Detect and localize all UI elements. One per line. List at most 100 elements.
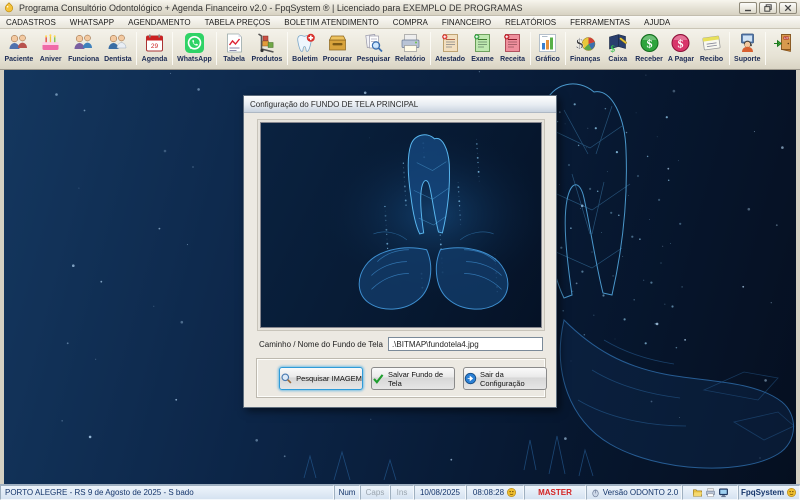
toolbar-button-receita[interactable]: Receita — [498, 30, 528, 67]
toolbar-button-exame[interactable]: Exame — [467, 30, 497, 67]
brand-badge-icon — [786, 487, 797, 498]
toolbar-separator — [530, 32, 531, 65]
toolbar-separator — [172, 32, 173, 65]
menu-item-boletim-atendimento[interactable]: BOLETIM ATENDIMENTO — [284, 18, 378, 27]
search-documents-icon — [361, 31, 386, 55]
menu-item-agendamento[interactable]: AGENDAMENTO — [128, 18, 191, 27]
window-titlebar[interactable]: Programa Consultório Odontológico + Agen… — [0, 0, 800, 16]
svg-text:29: 29 — [151, 43, 159, 50]
cashbook-icon: $ — [605, 31, 630, 55]
toolbar-button-tabela[interactable]: Tabela — [219, 30, 249, 67]
certificate-note-icon — [438, 31, 463, 55]
toolbar-button-dentista[interactable]: Dentista — [102, 30, 135, 67]
toolbar-button-aniver[interactable]: Aniver — [36, 30, 66, 67]
save-background-button[interactable]: Salvar Fundo de Tela — [371, 367, 455, 390]
toolbar-button-caixa[interactable]: $ Caixa — [603, 30, 633, 67]
toolbar-button-receber[interactable]: $ Receber — [633, 30, 666, 67]
svg-text:EXIT: EXIT — [784, 36, 790, 40]
statusbar-user: MASTER — [524, 485, 586, 500]
exit-arrow-icon — [464, 372, 477, 385]
tooth-in-hands-image — [261, 123, 541, 327]
exit-config-button[interactable]: Sair da Configuração — [463, 367, 547, 390]
statusbar-location: PORTO ALEGRE - RS 9 de Agosto de 2025 - … — [0, 485, 334, 500]
toolbar-button-whatsapp[interactable]: WhatsApp — [175, 30, 214, 67]
menu-item-ajuda[interactable]: AJUDA — [644, 18, 670, 27]
toolbar-button-procurar[interactable]: Procurar — [320, 30, 354, 67]
toolbar-separator — [729, 32, 730, 65]
minimize-icon — [744, 4, 752, 12]
svg-text:$: $ — [678, 37, 684, 51]
svg-text:$: $ — [646, 37, 652, 51]
search-drawer-icon — [325, 31, 350, 55]
receive-money-icon: $ — [637, 31, 662, 55]
toolbar-button-exit[interactable]: EXIT — [768, 30, 798, 67]
finance-pie-icon: $ — [573, 31, 598, 55]
restore-button[interactable] — [759, 2, 777, 14]
products-cart-icon — [254, 31, 279, 55]
menu-item-cadastros[interactable]: CADASTROS — [6, 18, 56, 27]
statusbar-date: 10/08/2025 — [414, 485, 466, 500]
toolbar-button-funciona[interactable]: Funciona — [66, 30, 102, 67]
toolbar-separator — [765, 32, 766, 65]
exam-note-icon — [470, 31, 495, 55]
menu-item-tabela-precos[interactable]: TABELA PREÇOS — [205, 18, 271, 27]
statusbar-insert: Ins — [390, 485, 414, 500]
price-table-icon — [222, 31, 247, 55]
toolbar-button-agenda[interactable]: 29 Agenda — [139, 30, 170, 67]
background-path-input[interactable] — [388, 337, 543, 351]
patients-icon — [6, 31, 31, 55]
desktop-background: Configuração do FUNDO DE TELA PRINCIPAL — [0, 70, 800, 484]
background-preview-frame — [257, 119, 545, 331]
exit-door-icon: EXIT — [771, 31, 796, 55]
toolbar-separator — [565, 32, 566, 65]
toolbar-button-financas[interactable]: $ Finanças — [568, 30, 603, 67]
smiley-badge-icon — [506, 487, 517, 498]
mouse-icon — [590, 487, 601, 498]
close-button[interactable] — [779, 2, 797, 14]
toolbar-button-paciente[interactable]: Paciente — [2, 30, 36, 67]
receipt-icon — [699, 31, 724, 55]
toolbar-button-suporte[interactable]: Suporte — [732, 30, 763, 67]
menu-item-relatorios[interactable]: RELATÓRIOS — [505, 18, 556, 27]
background-preview-image — [260, 122, 542, 328]
menu-item-ferramentas[interactable]: FERRAMENTAS — [570, 18, 630, 27]
toolbar: Paciente Aniver Funciona Dentista 29 Age… — [0, 29, 800, 70]
statusbar-brand: FpqSystem — [738, 485, 800, 500]
menu-item-financeiro[interactable]: FINANCEIRO — [442, 18, 491, 27]
support-icon — [735, 31, 760, 55]
statusbar-capslock: Caps — [360, 485, 390, 500]
toolbar-button-pesquisar[interactable]: Pesquisar — [354, 30, 392, 67]
menu-item-compra[interactable]: COMPRA — [393, 18, 428, 27]
printer-icon[interactable] — [705, 487, 716, 498]
pay-money-icon: $ — [668, 31, 693, 55]
close-icon — [784, 4, 792, 12]
prescription-note-icon — [500, 31, 525, 55]
svg-text:$: $ — [611, 44, 616, 54]
dialog-title: Configuração do FUNDO DE TELA PRINCIPAL — [250, 100, 418, 109]
folder-icon[interactable] — [692, 487, 703, 498]
birthday-cake-icon — [38, 31, 63, 55]
minimize-button[interactable] — [739, 2, 757, 14]
report-printer-icon — [398, 31, 423, 55]
statusbar-numlock: Num — [334, 485, 360, 500]
toolbar-button-recibo[interactable]: Recibo — [697, 30, 727, 67]
toolbar-button-produtos[interactable]: Produtos — [249, 30, 285, 67]
menu-item-whatsapp[interactable]: WHATSAPP — [70, 18, 114, 27]
toolbar-button-grafico[interactable]: Gráfico — [533, 30, 563, 67]
toolbar-button-boletim[interactable]: Boletim — [290, 30, 321, 67]
search-image-button[interactable]: Pesquisar IMAGEM — [279, 367, 363, 390]
toolbar-button-a-pagar[interactable]: $ A Pagar — [665, 30, 696, 67]
toolbar-button-atestado[interactable]: Atestado — [433, 30, 468, 67]
monitor-icon[interactable] — [718, 487, 729, 498]
statusbar-tools — [682, 485, 738, 500]
dialog-titlebar[interactable]: Configuração do FUNDO DE TELA PRINCIPAL — [244, 96, 556, 113]
application-window: Programa Consultório Odontológico + Agen… — [0, 0, 800, 500]
tooth-report-icon — [293, 31, 318, 55]
toolbar-button-relatorio[interactable]: Relatório — [393, 30, 428, 67]
check-icon — [372, 372, 385, 385]
calendar-icon: 29 — [142, 31, 167, 55]
employees-icon — [71, 31, 96, 55]
background-config-dialog: Configuração do FUNDO DE TELA PRINCIPAL — [243, 95, 557, 408]
app-logo-icon — [3, 2, 15, 14]
search-icon — [280, 372, 293, 385]
